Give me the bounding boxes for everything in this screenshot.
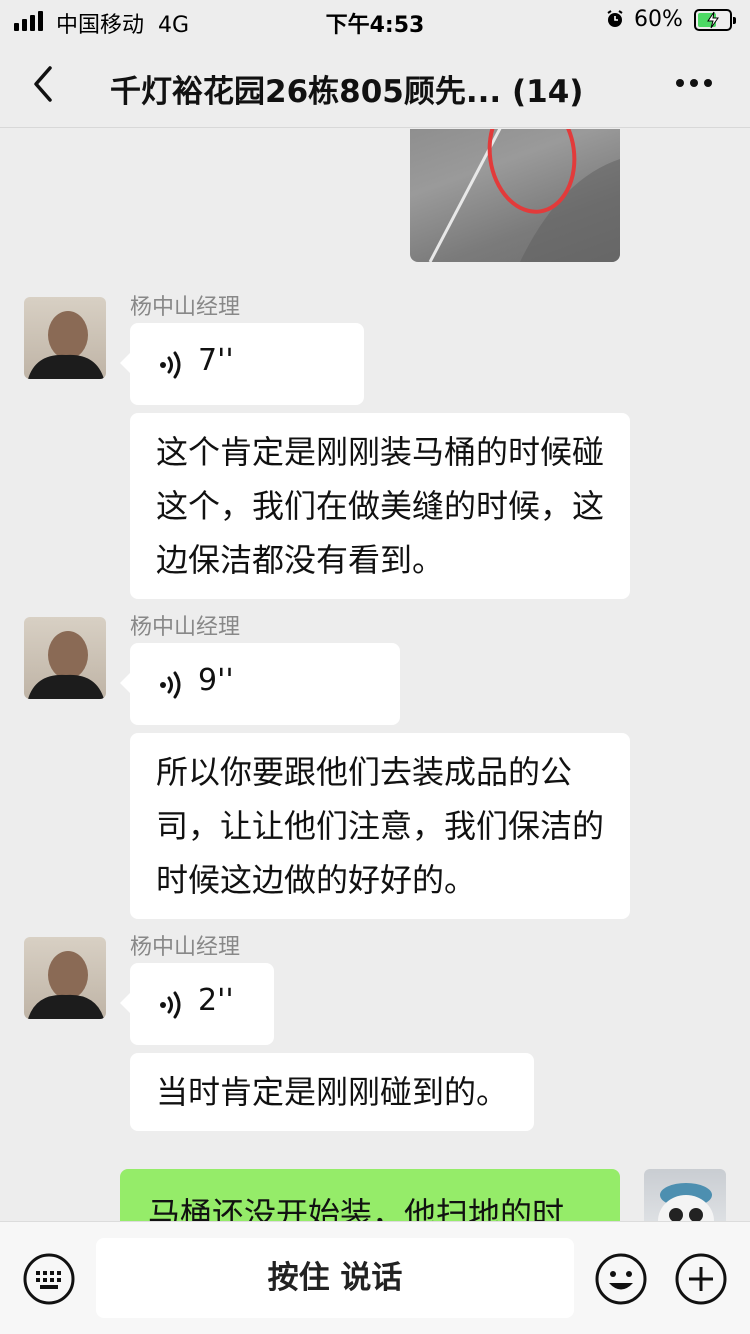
- my-text-message[interactable]: 马桶还没开始装，他扫地的时: [120, 1169, 620, 1221]
- text-message[interactable]: 这个肯定是刚刚装马桶的时候碰这个，我们在做美缝的时候，这边保洁都没有看到。: [130, 413, 630, 599]
- chat-area[interactable]: 杨中山经理 7'' 这个肯定是刚刚装马桶的时候碰这个，我们在做美缝的时候，这边保…: [0, 129, 750, 1221]
- chevron-left-icon[interactable]: [28, 64, 58, 104]
- input-bar: 按住 说话: [0, 1221, 750, 1334]
- text-message[interactable]: 当时肯定是刚刚碰到的。: [130, 1053, 535, 1131]
- voice-duration: 9'': [198, 663, 234, 698]
- sender-name: 杨中山经理: [130, 295, 241, 320]
- alarm-icon: [607, 10, 623, 27]
- keyboard-icon[interactable]: [22, 1252, 76, 1306]
- voice-message[interactable]: 2'': [120, 963, 274, 1045]
- text-message[interactable]: 所以你要跟他们去装成品的公司，让让他们注意，我们保洁的时候这边做的好好的。: [130, 733, 630, 919]
- avatar[interactable]: [24, 297, 106, 379]
- image-message[interactable]: [410, 129, 620, 262]
- avatar[interactable]: [24, 937, 106, 1019]
- avatar[interactable]: [24, 617, 106, 699]
- voice-message[interactable]: 7'': [120, 323, 364, 405]
- plus-icon[interactable]: [674, 1252, 728, 1306]
- sender-name: 杨中山经理: [130, 615, 241, 640]
- sender-name: 杨中山经理: [130, 935, 241, 960]
- battery-icon: [694, 9, 736, 31]
- emoji-icon[interactable]: [594, 1252, 648, 1306]
- battery-percent: 60%: [634, 7, 683, 32]
- more-dots-icon[interactable]: [672, 68, 716, 98]
- voice-duration: 2'': [198, 983, 234, 1018]
- push-to-talk-button[interactable]: 按住 说话: [96, 1238, 574, 1318]
- status-bar: 中国移动 4G 下午4:53 60%: [0, 0, 750, 40]
- voice-message[interactable]: 9'': [120, 643, 400, 725]
- nav-bar: 千灯裕花园26栋805顾先... (14): [0, 40, 750, 128]
- chat-title: 千灯裕花园26栋805顾先... (14): [110, 74, 584, 110]
- voice-duration: 7'': [198, 343, 234, 378]
- my-avatar[interactable]: [644, 1169, 726, 1221]
- voice-wave-icon: [160, 351, 181, 379]
- voice-wave-icon: [160, 991, 181, 1019]
- voice-wave-icon: [160, 671, 181, 699]
